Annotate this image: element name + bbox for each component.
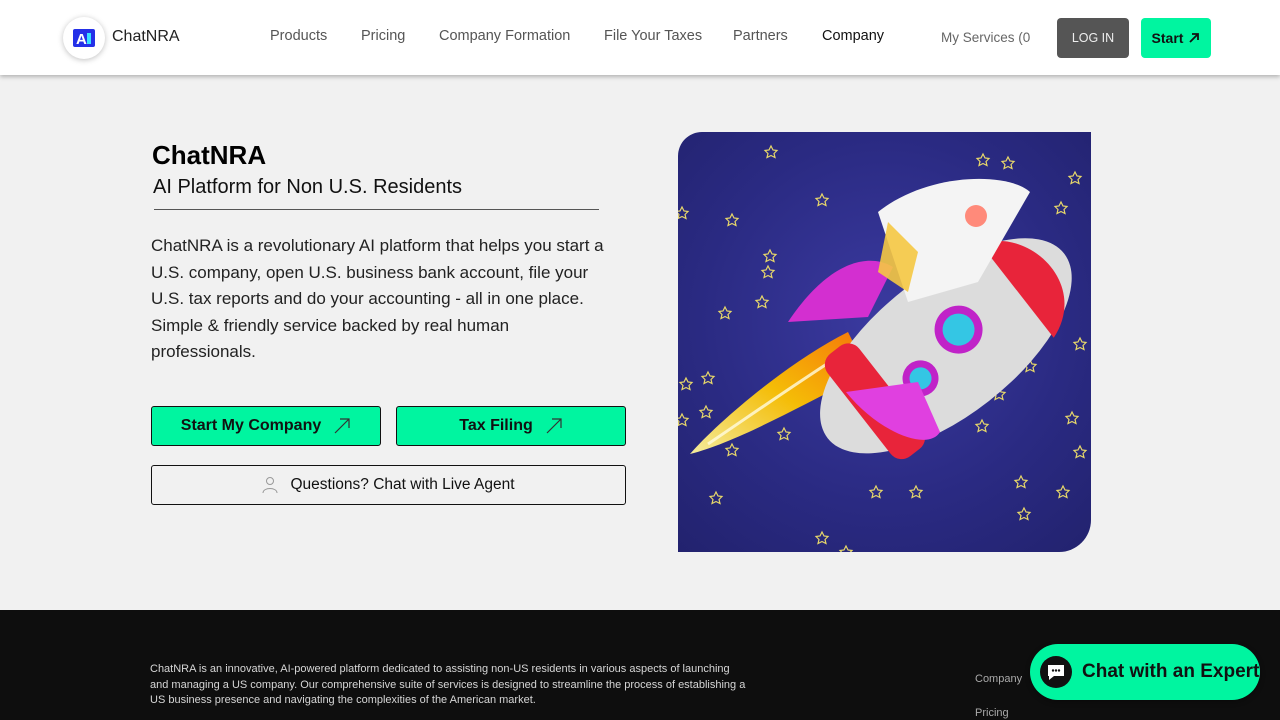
chat-live-agent-button[interactable]: Questions? Chat with Live Agent [151, 465, 626, 505]
arrow-up-right-icon [334, 418, 350, 434]
hero-subtitle: AI Platform for Non U.S. Residents [153, 176, 463, 198]
footer-link-pricing[interactable]: Pricing [975, 707, 1009, 719]
brand-logo[interactable]: A [63, 17, 105, 59]
start-label: Start [1151, 30, 1184, 46]
chat-live-agent-label: Questions? Chat with Live Agent [290, 476, 515, 493]
start-my-company-button[interactable]: Start My Company [151, 406, 381, 446]
nav-company[interactable]: Company [822, 28, 884, 44]
nav-company-formation[interactable]: Company Formation [439, 28, 570, 44]
tax-filing-label: Tax Filing [459, 417, 533, 434]
hero-title: ChatNRA [152, 140, 267, 170]
site-header: A ChatNRA Products Pricing Company Forma… [0, 0, 1280, 75]
footer-about-text: ChatNRA is an innovative, AI-powered pla… [150, 663, 746, 706]
rocket-image [678, 132, 1091, 552]
rocket-illustration [678, 144, 1088, 552]
nav-partners[interactable]: Partners [733, 28, 788, 44]
login-button[interactable]: LOG IN [1057, 18, 1129, 58]
start-button[interactable]: Start [1141, 18, 1211, 58]
nav-products[interactable]: Products [270, 28, 327, 44]
tax-filing-button[interactable]: Tax Filing [396, 406, 626, 446]
user-icon [262, 477, 278, 494]
my-services-link[interactable]: My Services (0 [941, 30, 1030, 45]
nav-file-your-taxes[interactable]: File Your Taxes [604, 28, 702, 44]
hero-description: ChatNRA is a revolutionary AI platform t… [151, 236, 604, 361]
login-label: LOG IN [1071, 31, 1115, 45]
arrow-up-right-icon [546, 418, 562, 434]
ai-logo-icon: A [73, 29, 95, 48]
arrow-up-right-icon [1189, 33, 1200, 43]
start-my-company-label: Start My Company [180, 417, 322, 434]
footer-link-company[interactable]: Company [975, 673, 1022, 685]
chat-bubble-icon [1040, 656, 1072, 688]
svg-text:A: A [76, 31, 87, 48]
divider [154, 209, 599, 210]
brand-name[interactable]: ChatNRA [112, 28, 180, 46]
chat-with-expert-button[interactable]: Chat with an Expert [1030, 644, 1260, 700]
chat-with-expert-label: Chat with an Expert [1082, 661, 1260, 682]
nav-pricing[interactable]: Pricing [361, 28, 405, 44]
